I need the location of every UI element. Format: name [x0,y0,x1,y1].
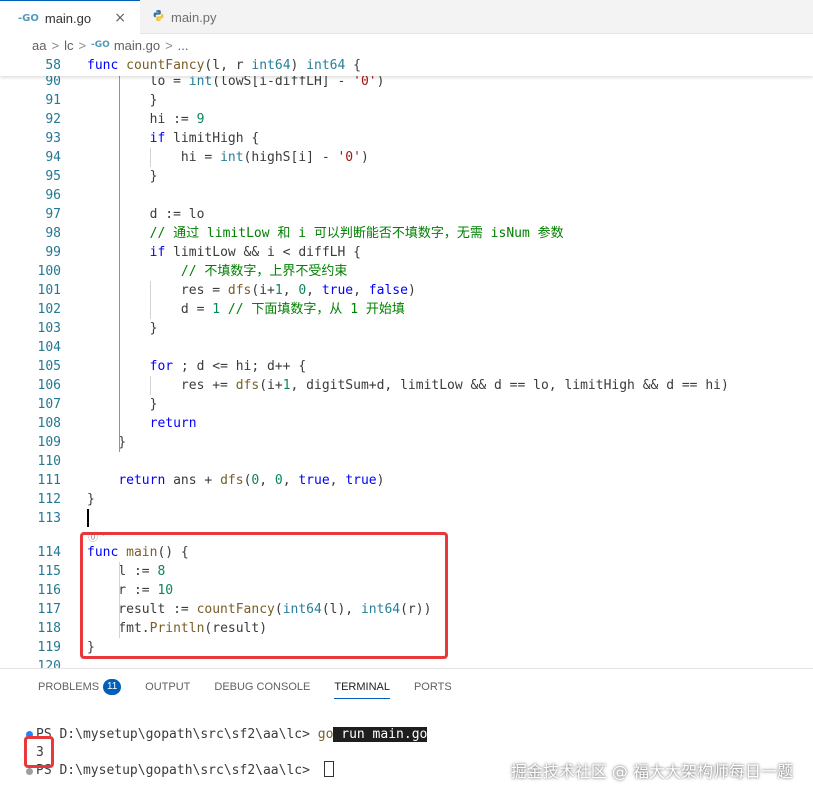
line-number: 114 [37,545,61,560]
tab-label: main.go [44,10,92,26]
line-number: 112 [37,492,61,507]
line-number: 100 [37,264,61,279]
breadcrumb-symbol[interactable]: ... [178,38,189,53]
line-number: 119 [37,640,61,655]
problems-count-badge: 11 [103,679,122,695]
line-number: 106 [37,378,61,393]
highlight-box-main-func [80,532,448,659]
line-number: 93 [45,131,61,146]
tab-output[interactable]: OUTPUT [145,669,190,705]
line-number: 102 [37,302,61,317]
indent-guide [150,281,152,319]
tab-problems[interactable]: PROBLEMS 11 [38,669,122,705]
go-file-icon: -GO [91,40,110,50]
line-number: 96 [45,188,61,203]
line-number: 109 [37,435,61,450]
tab-ports[interactable]: PORTS [414,669,452,705]
terminal-command-go: go [317,727,334,742]
code-line: } [87,492,95,507]
line-number: 117 [37,602,61,617]
tab-debug-console-label: DEBUG CONSOLE [214,681,311,693]
code-line: if limitLow && i < diffLH { [149,245,361,260]
terminal-command-args: run main.go [333,727,428,742]
code-line: } [87,321,158,336]
line-number: 104 [37,340,61,355]
code-line: d = 1 // 下面填数字，从 1 开始填 [180,302,405,317]
watermark-text: 掘金技术社区 @ 福大大架构师每日一题 [510,762,793,781]
code-line: hi = int(highS[i] - '0') [87,150,369,165]
panel-tabs: PROBLEMS 11 OUTPUT DEBUG CONSOLE TERMINA… [0,669,813,705]
line-number: 111 [37,473,61,488]
breadcrumb-file[interactable]: main.go [114,38,160,53]
line-number: 95 [45,169,61,184]
terminal-cursor [323,761,334,777]
line-number: 94 [45,150,61,165]
tab-label: main.py [171,9,217,25]
code-line: // 通过 limitLow 和 i 可以判断能否不填数字，无需 isNum 参… [149,226,564,241]
terminal-prompt: PS D:\mysetup\gopath\src\sf2\aa\lc> [36,763,318,778]
terminal-line-1: PS D:\mysetup\gopath\src\sf2\aa\lc> go r… [36,725,428,744]
terminal-line-2[interactable]: PS D:\mysetup\gopath\src\sf2\aa\lc> [36,761,334,780]
breadcrumb: aa > lc > -GO main.go > ... [0,34,813,56]
go-file-icon: -GO [18,12,39,24]
line-number: 108 [37,416,61,431]
line-number: 115 [37,564,61,579]
line-number: 92 [45,112,61,127]
code-line: d := lo [87,207,205,222]
terminal-prompt: PS D:\mysetup\gopath\src\sf2\aa\lc> [36,727,318,742]
line-number: 107 [37,397,61,412]
breadcrumb-folder-lc[interactable]: lc [64,38,73,53]
indent-guide [119,72,121,452]
code-line: res += dfs(i+1, digitSum+d, limitLow && … [87,378,729,393]
code-line: // 不填数字，上界不受约束 [180,264,348,279]
line-number: 91 [45,93,61,108]
breadcrumb-folder-aa[interactable]: aa [32,38,46,53]
command-pending-dot-icon[interactable] [26,768,33,775]
highlight-box-output [24,736,54,768]
line-number: 58 [45,58,61,73]
tab-ports-label: PORTS [413,681,452,693]
line-number: 110 [37,454,61,469]
indent-guide [150,376,152,395]
line-number: 118 [37,621,61,636]
line-number: 105 [37,359,61,374]
line-number: 101 [37,283,61,298]
python-file-icon [152,9,165,25]
chevron-right-icon: > [51,37,60,53]
chevron-right-icon: > [165,37,173,53]
code-line: } [87,435,127,450]
code-line: return [149,416,197,431]
code-line: res = dfs(i+1, 0, true, false) [87,283,416,298]
tab-output-label: OUTPUT [145,681,191,693]
tab-main-py[interactable]: main.py [140,0,250,34]
code-line: } [87,169,158,184]
tab-terminal-label: TERMINAL [334,681,390,693]
line-number: 103 [37,321,61,336]
tab-terminal[interactable]: TERMINAL [334,669,390,705]
code-line: if limitHigh { [149,131,260,146]
close-icon[interactable]: × [114,10,126,26]
line-number: 113 [37,511,61,526]
line-number: 120 [37,659,61,668]
line-number: 97 [45,207,61,222]
editor-tab-bar: -GO main.go × main.py [0,0,813,35]
line-number: 98 [45,226,61,241]
code-line: hi := 9 [87,112,205,127]
line-number: 99 [45,245,61,260]
code-line: return ans + dfs(0, 0, true, true) [118,473,385,488]
code-line: } [87,93,158,108]
tab-problems-label: PROBLEMS [38,681,100,693]
sticky-scroll-header[interactable]: 58 func countFancy(l, r int64) int64 { [0,56,813,76]
tab-main-go[interactable]: -GO main.go × [0,0,140,35]
indent-guide [150,148,152,167]
text-cursor [87,509,89,527]
line-number: 116 [37,583,61,598]
sticky-code: func countFancy(l, r int64) int64 { [87,58,361,73]
tab-debug-console[interactable]: DEBUG CONSOLE [214,669,310,705]
code-line: } [87,397,158,412]
chevron-right-icon: > [78,37,87,53]
